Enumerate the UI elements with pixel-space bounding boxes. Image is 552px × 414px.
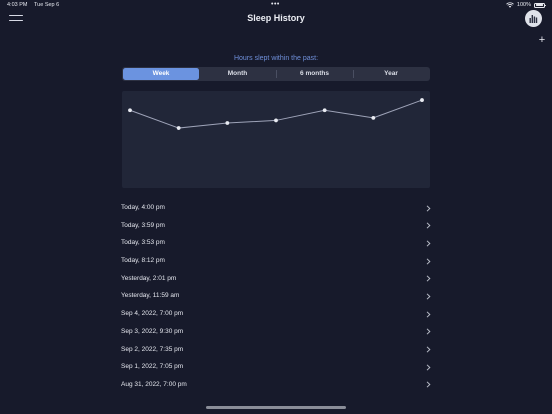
chevron-right-icon xyxy=(426,311,431,318)
page-title: Sleep History xyxy=(247,13,305,23)
history-row-label: Yesterday, 11:59 am xyxy=(121,292,180,300)
sleep-history-screen: 4:03 PM Tue Sep 6 ••• 100% Sleep History… xyxy=(0,0,552,414)
history-row[interactable]: Yesterday, 2:01 pm xyxy=(114,270,438,288)
history-row-label: Sep 1, 2022, 7:05 pm xyxy=(121,363,184,371)
chevron-right-icon xyxy=(426,381,431,388)
history-row[interactable]: Yesterday, 11:59 am xyxy=(114,287,438,305)
chevron-right-icon xyxy=(426,293,431,300)
status-right: 100% xyxy=(506,2,546,8)
series-line xyxy=(129,99,423,129)
history-row-label: Yesterday, 2:01 pm xyxy=(121,274,177,282)
chevron-right-icon xyxy=(426,346,431,353)
history-row-label: Sep 3, 2022, 9:30 pm xyxy=(121,327,184,335)
history-row[interactable]: Today, 3:53 pm xyxy=(114,234,438,252)
chevron-right-icon xyxy=(426,364,431,371)
history-row[interactable]: Today, 3:59 pm xyxy=(114,217,438,235)
range-label: Hours slept within the past: xyxy=(233,55,319,62)
data-point[interactable] xyxy=(274,118,278,123)
data-point[interactable] xyxy=(420,98,424,102)
home-indicator[interactable] xyxy=(206,406,346,409)
chevron-right-icon xyxy=(426,204,431,212)
range-segmented-control: Week Month 6 months Year xyxy=(122,67,430,81)
history-row[interactable]: Sep 2, 2022, 7:35 pm xyxy=(114,341,438,359)
data-point[interactable] xyxy=(371,115,376,120)
history-row-label: Today, 3:53 pm xyxy=(121,239,165,247)
history-row[interactable]: Sep 3, 2022, 9:30 pm xyxy=(114,323,438,341)
sleep-history-list: Today, 4:00 pm Today, 3:59 pm Today, 3:53 … xyxy=(114,199,438,394)
sleep-line-chart xyxy=(128,98,424,130)
multitasking-dots[interactable]: ••• xyxy=(271,1,280,8)
history-row-label: Sep 4, 2022, 7:00 pm xyxy=(121,310,184,318)
history-row-label: Today, 4:00 pm xyxy=(121,204,165,211)
status-left: 4:03 PM Tue Sep 6 xyxy=(7,2,59,8)
chevron-right-icon xyxy=(426,275,431,282)
chevron-right-icon xyxy=(426,222,431,229)
history-row[interactable]: Today, 8:12 pm xyxy=(114,252,438,270)
segment-6-months[interactable]: 6 months xyxy=(276,68,353,80)
data-point[interactable] xyxy=(322,108,327,113)
history-row[interactable]: Sep 1, 2022, 7:05 pm xyxy=(114,358,438,376)
history-row[interactable]: Aug 31, 2022, 7:00 pm xyxy=(114,376,438,394)
stats-button[interactable] xyxy=(525,10,542,27)
segment-week[interactable]: Week xyxy=(123,68,199,80)
chevron-right-icon xyxy=(426,258,431,265)
status-time: 4:03 PM xyxy=(7,2,28,8)
history-row[interactable]: Today, 4:00 pm xyxy=(114,199,438,217)
wifi-icon xyxy=(506,2,514,8)
data-point[interactable] xyxy=(225,121,230,125)
status-bar: 4:03 PM Tue Sep 6 ••• 100% xyxy=(0,0,552,11)
sleep-chart xyxy=(122,91,430,188)
chevron-right-icon xyxy=(426,240,431,247)
battery-fill xyxy=(535,4,544,6)
history-row-label: Sep 2, 2022, 7:35 pm xyxy=(121,345,184,353)
status-date: Tue Sep 6 xyxy=(34,2,60,8)
battery-percent: 100% xyxy=(516,2,531,8)
data-point[interactable] xyxy=(128,108,132,113)
data-point[interactable] xyxy=(176,126,181,130)
segment-month[interactable]: Month xyxy=(199,68,276,80)
battery-icon xyxy=(534,2,546,8)
segment-year[interactable]: Year xyxy=(353,68,429,80)
add-entry-button[interactable]: + xyxy=(537,34,547,46)
history-row-label: Today, 8:12 pm xyxy=(121,257,165,265)
history-row[interactable]: Sep 4, 2022, 7:00 pm xyxy=(114,305,438,323)
history-row-label: Aug 31, 2022, 7:00 pm xyxy=(121,380,187,388)
history-row-label: Today, 3:59 pm xyxy=(121,221,165,229)
chevron-right-icon xyxy=(426,328,431,335)
bar-chart-icon xyxy=(529,15,538,23)
